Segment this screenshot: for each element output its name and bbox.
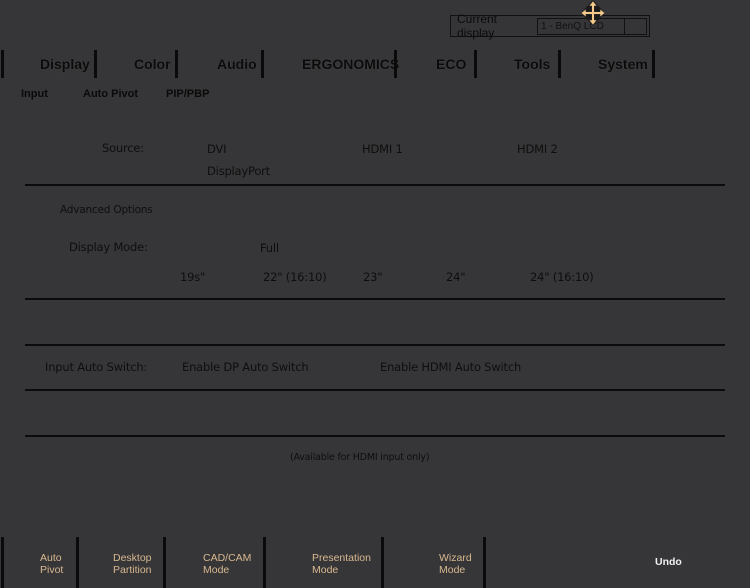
button-divider [76,537,79,588]
tab-divider [1,50,4,78]
source-option-dvi[interactable]: DVI [207,142,227,156]
move-cursor-icon [580,0,606,26]
tab-color[interactable]: Color [134,56,171,72]
undo-button[interactable]: Undo [655,556,682,568]
tab-divider [474,50,477,78]
subtab-input[interactable]: Input [21,88,48,100]
tab-system[interactable]: System [598,56,648,72]
presentation-mode-button[interactable]: Presentation Mode [312,552,371,576]
subtab-pip-pbp[interactable]: PIP/PBP [166,88,209,100]
tab-divider [652,50,655,78]
tab-divider [94,50,97,78]
section-divider [25,344,725,346]
tab-audio[interactable]: Audio [217,56,257,72]
source-option-hdmi1[interactable]: HDMI 1 [362,142,403,156]
wizard-mode-line2: Mode [439,564,466,576]
section-divider [25,389,725,391]
button-divider [1,537,4,588]
wizard-mode-button[interactable]: Wizard Mode [439,552,472,576]
advanced-options-label: Advanced Options [60,204,153,216]
button-divider [483,537,486,588]
cad-cam-mode-line1: CAD/CAM [203,552,252,564]
enable-dp-auto-switch-option[interactable]: Enable DP Auto Switch [182,360,309,374]
current-display-group: Current display 1 - BenQ LCD [450,12,650,40]
tab-display[interactable]: Display [40,56,90,72]
source-label: Source: [102,141,144,155]
source-option-hdmi2[interactable]: HDMI 2 [517,142,558,156]
subtab-auto-pivot[interactable]: Auto Pivot [83,88,138,100]
section-divider [25,184,725,186]
tab-divider [558,50,561,78]
desktop-partition-line2: Partition [113,564,152,576]
desktop-partition-button[interactable]: Desktop Partition [113,552,152,576]
auto-pivot-button[interactable]: Auto Pivot [40,552,63,576]
tab-ergonomics[interactable]: ERGONOMICS [302,56,399,72]
presentation-mode-line2: Mode [312,564,339,576]
section-divider [25,435,725,437]
desktop-partition-line1: Desktop [113,552,152,564]
input-auto-switch-label: Input Auto Switch: [45,360,148,374]
display-mode-option-19s[interactable]: 19s" [180,270,205,284]
display-mode-option-24-1610[interactable]: 24" (16:10) [530,270,594,284]
button-divider [163,537,166,588]
display-mode-label: Display Mode: [69,240,148,254]
presentation-mode-line1: Presentation [312,552,371,564]
display-mode-option-full[interactable]: Full [260,241,279,255]
hdmi-note: (Available for HDMI input only) [290,452,430,463]
current-display-label: Current display [457,12,498,40]
auto-pivot-line2: Pivot [40,564,64,576]
enable-hdmi-auto-switch-option[interactable]: Enable HDMI Auto Switch [380,360,521,374]
tab-tools[interactable]: Tools [514,56,550,72]
tab-divider [175,50,178,78]
display-mode-option-24[interactable]: 24" [446,270,466,284]
display-mode-option-23[interactable]: 23" [363,270,383,284]
display-mode-option-22-1610[interactable]: 22" (16:10) [263,270,327,284]
auto-pivot-line1: Auto [40,552,62,564]
button-divider [381,537,384,588]
tab-eco[interactable]: ECO [436,56,466,72]
tab-divider [261,50,264,78]
wizard-mode-line1: Wizard [439,552,472,564]
cad-cam-mode-button[interactable]: CAD/CAM Mode [203,552,251,576]
cad-cam-mode-line2: Mode [203,564,230,576]
section-divider [25,298,725,300]
dropdown-button[interactable] [624,19,646,34]
source-option-displayport[interactable]: DisplayPort [207,164,270,178]
button-divider [263,537,266,588]
tab-divider [394,50,397,78]
